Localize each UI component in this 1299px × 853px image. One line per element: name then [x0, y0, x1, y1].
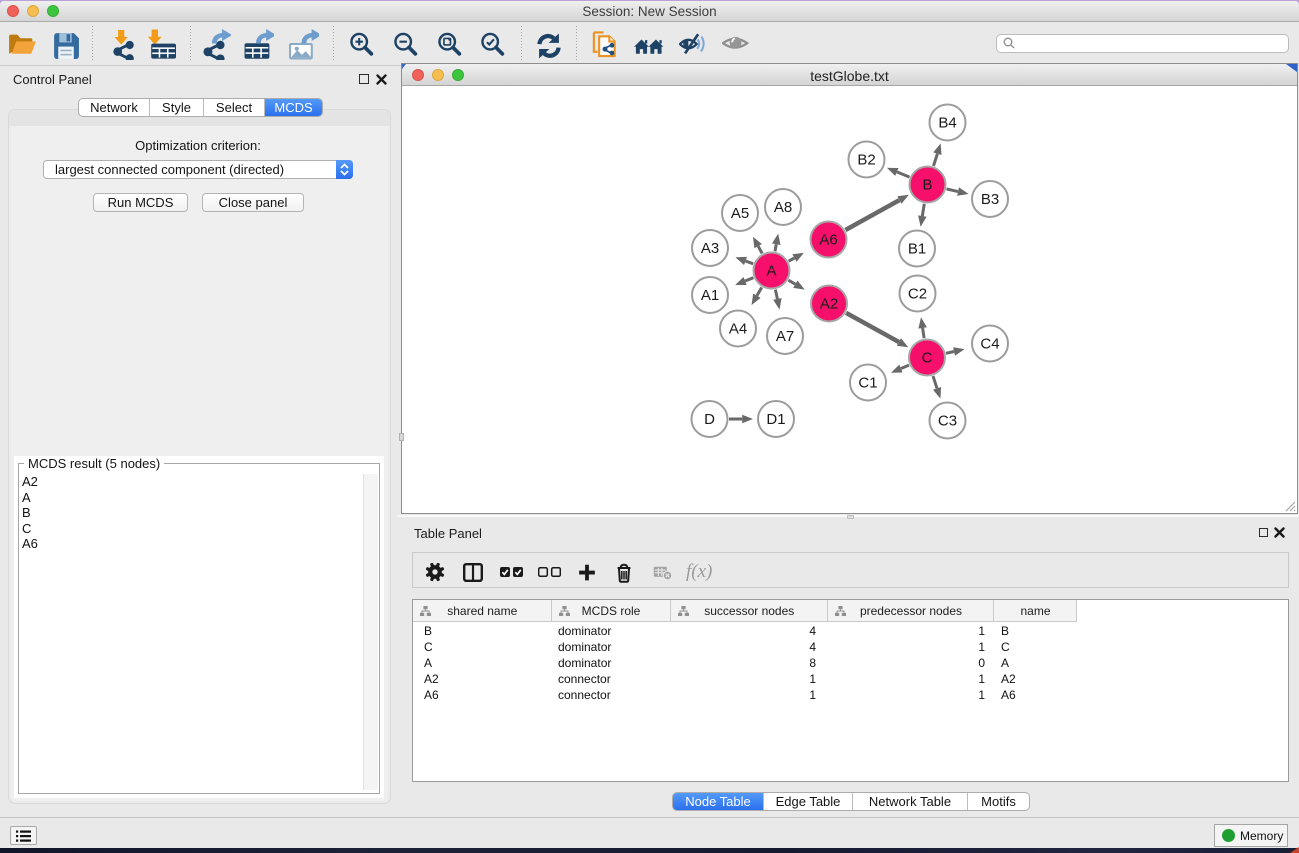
svg-text:B4: B4: [938, 115, 956, 132]
svg-text:B: B: [922, 177, 932, 194]
svg-text:A5: A5: [731, 205, 749, 222]
svg-text:A2: A2: [820, 296, 838, 313]
svg-text:A: A: [766, 263, 776, 280]
svg-text:C2: C2: [908, 286, 927, 303]
svg-text:A4: A4: [729, 321, 747, 338]
svg-text:A8: A8: [774, 199, 792, 216]
svg-text:B1: B1: [908, 241, 926, 258]
svg-text:C4: C4: [980, 336, 999, 353]
svg-text:D: D: [704, 411, 715, 428]
svg-text:C: C: [922, 350, 933, 367]
svg-text:D1: D1: [766, 411, 785, 428]
svg-text:A6: A6: [819, 232, 837, 249]
svg-text:A7: A7: [776, 328, 794, 345]
svg-text:A1: A1: [701, 287, 719, 304]
svg-text:C3: C3: [938, 413, 957, 430]
svg-text:C1: C1: [858, 375, 877, 392]
svg-text:B2: B2: [857, 152, 875, 169]
svg-text:A3: A3: [701, 240, 719, 257]
svg-text:B3: B3: [981, 191, 999, 208]
